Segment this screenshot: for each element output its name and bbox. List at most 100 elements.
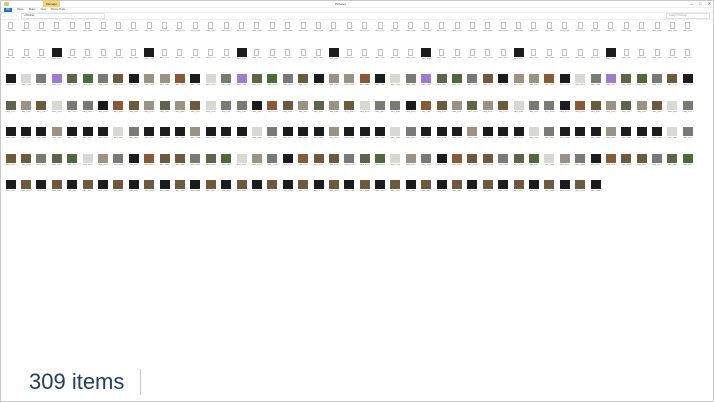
forward-button[interactable]: → xyxy=(9,14,12,18)
file-item[interactable]: IMG_4042 xyxy=(142,153,157,177)
file-item[interactable]: IMG_2560 xyxy=(465,73,480,97)
file-item[interactable]: IMG_4692 xyxy=(218,179,233,203)
file-item[interactable]: IMG_4835 xyxy=(388,179,403,203)
file-item[interactable]: IMG_1598 xyxy=(18,47,33,71)
file-item[interactable]: IMG_2027 xyxy=(526,47,541,71)
file-item[interactable]: IMG_4315 xyxy=(465,153,480,177)
file-item[interactable]: IMG_3288 xyxy=(634,100,649,124)
file-item[interactable]: IMG_3652 xyxy=(372,126,387,150)
file-item[interactable]: IMG_4172 xyxy=(295,153,310,177)
file-item[interactable]: IMG_1702 xyxy=(142,47,157,71)
file-item[interactable]: IMG_3743 xyxy=(480,126,495,150)
file-item[interactable]: IMG_2638 xyxy=(557,73,572,97)
file-item[interactable]: IMG_4952 xyxy=(526,179,541,203)
file-item[interactable]: IMG_2196 xyxy=(34,73,49,97)
file-item[interactable]: IMG_2092 xyxy=(603,47,618,71)
file-item[interactable]: IMG_1988 xyxy=(480,47,495,71)
file-item[interactable]: IMG_2716 xyxy=(649,73,664,97)
file-item[interactable]: IMG_4302 xyxy=(449,153,464,177)
file-item[interactable]: IMG_2742 xyxy=(680,73,695,97)
file-item[interactable]: IMG_3457 xyxy=(142,126,157,150)
file-item[interactable]: IMG_2586 xyxy=(496,73,511,97)
file-item[interactable]: IMG_1130 xyxy=(157,20,172,44)
file-item[interactable]: IMG_2430 xyxy=(311,73,326,97)
file-item[interactable]: IMG_4809 xyxy=(357,179,372,203)
file-item[interactable]: IMG_2924 xyxy=(203,100,218,124)
file-item[interactable]: IMG_4991 xyxy=(572,179,587,203)
file-item[interactable]: IMG_1728 xyxy=(172,47,187,71)
file-item[interactable]: IMG_1585 xyxy=(3,47,18,71)
file-item[interactable]: IMG_4926 xyxy=(496,179,511,203)
file-item[interactable]: IMG_2911 xyxy=(188,100,203,124)
file-item[interactable]: IMG_3106 xyxy=(419,100,434,124)
file-item[interactable]: IMG_1884 xyxy=(357,47,372,71)
file-item[interactable]: IMG_5004 xyxy=(588,179,603,203)
file-item[interactable]: IMG_1715 xyxy=(157,47,172,71)
file-item[interactable]: IMG_2417 xyxy=(295,73,310,97)
file-item[interactable]: IMG_1559 xyxy=(665,20,680,44)
file-item[interactable]: IMG_3990 xyxy=(80,153,95,177)
file-item[interactable]: IMG_4640 xyxy=(157,179,172,203)
file-item[interactable]: IMG_2170 xyxy=(3,73,18,97)
file-item[interactable]: IMG_1247 xyxy=(295,20,310,44)
file-item[interactable]: IMG_2209 xyxy=(49,73,64,97)
search-input[interactable]: Search Pictures xyxy=(666,13,710,19)
file-item[interactable]: IMG_1156 xyxy=(188,20,203,44)
file-item[interactable]: IMG_3847 xyxy=(603,126,618,150)
file-item[interactable]: IMG_3405 xyxy=(80,126,95,150)
file-item[interactable]: IMG_4458 xyxy=(634,153,649,177)
file-item[interactable]: IMG_3756 xyxy=(496,126,511,150)
file-item[interactable]: IMG_3496 xyxy=(188,126,203,150)
file-item[interactable]: IMG_2391 xyxy=(265,73,280,97)
file-item[interactable]: IMG_3808 xyxy=(557,126,572,150)
file-item[interactable]: IMG_2456 xyxy=(342,73,357,97)
file-item[interactable]: IMG_4237 xyxy=(372,153,387,177)
file-item[interactable]: IMG_1286 xyxy=(342,20,357,44)
file-item[interactable]: IMG_1390 xyxy=(465,20,480,44)
file-item[interactable]: IMG_3483 xyxy=(172,126,187,150)
file-item[interactable]: IMG_4939 xyxy=(511,179,526,203)
file-item[interactable]: IMG_1143 xyxy=(172,20,187,44)
file-item[interactable]: IMG_3769 xyxy=(511,126,526,150)
file-item[interactable]: IMG_3301 xyxy=(649,100,664,124)
file-item[interactable]: IMG_1052 xyxy=(65,20,80,44)
back-button[interactable]: ← xyxy=(3,14,6,18)
file-item[interactable]: IMG_2833 xyxy=(95,100,110,124)
file-item[interactable]: IMG_3431 xyxy=(111,126,126,150)
file-item[interactable]: IMG_2807 xyxy=(65,100,80,124)
file-item[interactable]: IMG_1923 xyxy=(403,47,418,71)
file-item[interactable]: IMG_3080 xyxy=(388,100,403,124)
file-item[interactable]: IMG_1364 xyxy=(434,20,449,44)
file-item[interactable]: IMG_3509 xyxy=(203,126,218,150)
file-item[interactable]: IMG_2755 xyxy=(3,100,18,124)
file-item[interactable]: IMG_1377 xyxy=(449,20,464,44)
file-item[interactable]: IMG_1845 xyxy=(311,47,326,71)
file-item[interactable]: IMG_2222 xyxy=(65,73,80,97)
file-item[interactable]: IMG_3158 xyxy=(480,100,495,124)
file-item[interactable]: IMG_4900 xyxy=(465,179,480,203)
file-item[interactable]: IMG_3665 xyxy=(388,126,403,150)
file-item[interactable]: IMG_3626 xyxy=(342,126,357,150)
file-item[interactable]: IMG_2950 xyxy=(234,100,249,124)
file-item[interactable]: IMG_2521 xyxy=(419,73,434,97)
file-item[interactable]: IMG_1403 xyxy=(480,20,495,44)
file-item[interactable]: IMG_1611 xyxy=(34,47,49,71)
file-item[interactable]: IMG_3418 xyxy=(95,126,110,150)
file-item[interactable]: IMG_4328 xyxy=(480,153,495,177)
file-item[interactable]: IMG_4666 xyxy=(188,179,203,203)
ribbon-tab-picture-tools[interactable]: Picture Tools xyxy=(51,8,65,12)
file-item[interactable]: IMG_1910 xyxy=(388,47,403,71)
file-item[interactable]: IMG_3691 xyxy=(419,126,434,150)
file-item[interactable]: IMG_1676 xyxy=(111,47,126,71)
file-item[interactable]: IMG_4341 xyxy=(496,153,511,177)
title-tab-manage[interactable]: Manage xyxy=(43,1,60,7)
file-item[interactable]: IMG_2495 xyxy=(388,73,403,97)
file-item[interactable]: IMG_1065 xyxy=(80,20,95,44)
file-item[interactable]: IMG_3366 xyxy=(34,126,49,150)
file-item[interactable]: IMG_4094 xyxy=(203,153,218,177)
file-item[interactable]: IMG_4133 xyxy=(249,153,264,177)
file-item[interactable]: IMG_3171 xyxy=(496,100,511,124)
address-field[interactable]: › Pictures xyxy=(21,13,105,19)
file-item[interactable]: IMG_4822 xyxy=(372,179,387,203)
file-item[interactable]: IMG_2404 xyxy=(280,73,295,97)
